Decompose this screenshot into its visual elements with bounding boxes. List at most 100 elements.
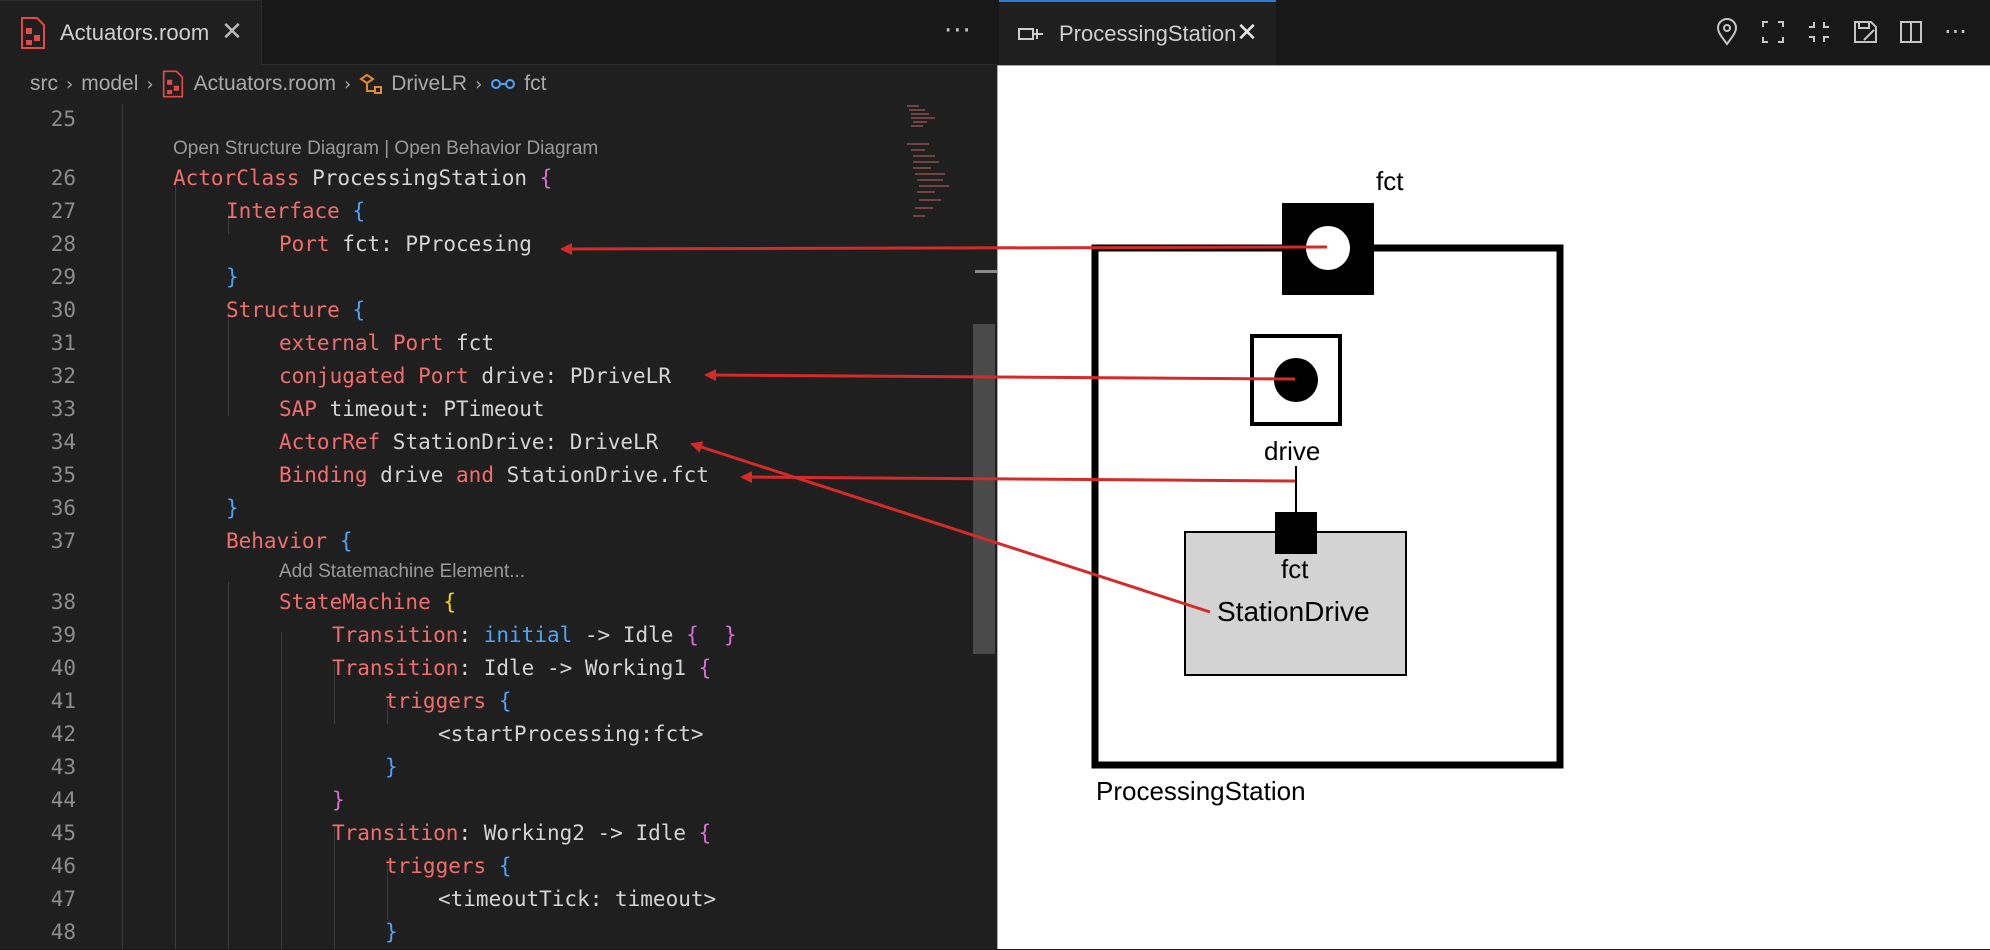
code-line-45: Transition: Working2 -> Idle { (332, 821, 712, 845)
line-number: 47 (50, 887, 76, 911)
line-number: 28 (50, 232, 76, 256)
line-number: 29 (50, 265, 76, 289)
breadcrumb: src › model › Actuators.room › DriveLR › (0, 66, 997, 102)
port-fct-label: fct (1376, 166, 1404, 196)
left-tab-bar: Actuators.room ✕ ··· (0, 0, 997, 65)
line-number: 34 (50, 430, 76, 454)
indent-guide (228, 582, 229, 949)
codelens-diagram-links[interactable]: Open Structure Diagram | Open Behavior D… (173, 138, 598, 160)
indent-guide (122, 104, 123, 949)
scrollbar-thumb[interactable] (973, 324, 995, 654)
line-number: 48 (50, 920, 76, 944)
ref-port-fct-label: fct (1281, 554, 1309, 584)
code-line-39: Transition: initial -> Idle { } (332, 623, 737, 647)
line-number: 33 (50, 397, 76, 421)
tab-label: ProcessingStation (1059, 20, 1237, 46)
port-icon (491, 79, 516, 89)
breadcrumb-port-label: fct (524, 72, 547, 95)
code-line-37: Behavior { (226, 529, 353, 553)
line-number: 43 (50, 755, 76, 779)
code-line-41: triggers { (385, 689, 512, 713)
line-number: 36 (50, 496, 76, 520)
code-line-43: } (385, 755, 398, 779)
indent-guide (281, 632, 282, 949)
code-line-35: Binding drive and StationDrive.fct (279, 463, 709, 487)
left-editor-group: Actuators.room ✕ ··· src › model › Actua… (0, 0, 997, 949)
code-line-47: <timeoutTick: timeout> (438, 887, 717, 911)
more-actions-icon[interactable]: ··· (944, 16, 972, 46)
line-number: 41 (50, 689, 76, 713)
code-line-48: } (385, 920, 398, 944)
chevron-right-icon: › (66, 73, 74, 95)
code-line-32: conjugated Port drive: PDriveLR (279, 364, 671, 388)
line-number: 38 (50, 590, 76, 614)
right-tab-bar: ProcessingStation ✕ ··· (997, 0, 1990, 65)
close-icon[interactable]: ✕ (219, 19, 245, 45)
code-line-34: ActorRef StationDrive: DriveLR (279, 430, 659, 454)
code-line-40: Transition: Idle -> Working1 { (332, 656, 712, 680)
port-fct-circle (1306, 226, 1350, 270)
line-number: 35 (50, 463, 76, 487)
chevron-right-icon: › (344, 73, 352, 95)
more-actions-icon[interactable]: ··· (1944, 18, 1970, 46)
tab-actuators-room[interactable]: Actuators.room ✕ (0, 0, 262, 65)
close-icon[interactable]: ✕ (1234, 20, 1260, 46)
breadcrumb-item-port[interactable]: fct (490, 72, 546, 96)
code-line-28: Port fct: PProcesing (279, 232, 532, 256)
tab-processing-station[interactable]: ProcessingStation ✕ (999, 0, 1276, 65)
breadcrumb-item-src[interactable]: src (30, 72, 58, 96)
breadcrumb-item-file[interactable]: Actuators.room (162, 70, 336, 98)
line-number: 46 (50, 854, 76, 878)
ref-port-fct-shape[interactable] (1275, 512, 1317, 554)
line-number: 25 (50, 107, 76, 131)
actor-ref-label: StationDrive (1217, 596, 1370, 627)
breadcrumb-item-model[interactable]: model (81, 72, 138, 96)
save-diagram-icon[interactable] (1852, 18, 1878, 46)
codelens-add-statemachine[interactable]: Add Statemachine Element... (279, 561, 525, 583)
line-number: 42 (50, 722, 76, 746)
indent-guide (228, 312, 229, 416)
class-icon (359, 73, 383, 94)
breadcrumb-file-label: Actuators.room (193, 72, 336, 95)
line-number: 26 (50, 166, 76, 190)
code-line-44: } (332, 788, 345, 812)
breadcrumb-item-class[interactable]: DriveLR (359, 72, 467, 96)
split-editor-icon[interactable] (1898, 18, 1924, 46)
line-number: 39 (50, 623, 76, 647)
line-number: 31 (50, 331, 76, 355)
location-pin-icon[interactable] (1714, 18, 1740, 46)
room-file-icon (20, 17, 46, 49)
fit-to-screen-icon[interactable] (1760, 18, 1786, 46)
diagram-svg (1091, 203, 1564, 769)
line-number: 45 (50, 821, 76, 845)
code-editor[interactable]: 25 Open Structure Diagram | Open Behavio… (0, 104, 997, 949)
line-number: 37 (50, 529, 76, 553)
room-file-icon (162, 70, 183, 98)
chevron-right-icon: › (146, 73, 154, 95)
code-line-30: Structure { (226, 298, 366, 322)
port-drive-label: drive (1264, 436, 1321, 466)
right-editor-group: ProcessingStation ✕ ··· fct drive fct St… (997, 0, 1990, 949)
actor-class-label: ProcessingStation (1096, 776, 1306, 806)
scrollbar-marker (975, 270, 997, 273)
code-line-46: triggers { (385, 854, 512, 878)
structure-diagram-canvas[interactable]: fct drive fct StationDrive ProcessingSta… (997, 65, 1990, 949)
minimap[interactable] (905, 104, 975, 224)
diagram-icon (1018, 27, 1043, 40)
breadcrumb-class-label: DriveLR (391, 72, 468, 95)
line-number: 30 (50, 298, 76, 322)
tab-label: Actuators.room (60, 20, 210, 45)
code-line-31: external Port fct (279, 331, 494, 355)
code-line-33: SAP timeout: PTimeout (279, 397, 545, 421)
line-number: 44 (50, 788, 76, 812)
code-line-42: <startProcessing:fct> (438, 722, 704, 746)
code-line-27: Interface { (226, 199, 366, 223)
editor-actions: ··· (1714, 18, 1970, 46)
code-line-29: } (226, 265, 239, 289)
port-drive-circle (1274, 358, 1318, 402)
collapse-icon[interactable] (1806, 18, 1832, 46)
line-number: 40 (50, 656, 76, 680)
code-line-26: ActorClass ProcessingStation { (173, 166, 553, 190)
actor-boundary[interactable] (1091, 244, 1564, 769)
chevron-right-icon: › (475, 73, 483, 95)
